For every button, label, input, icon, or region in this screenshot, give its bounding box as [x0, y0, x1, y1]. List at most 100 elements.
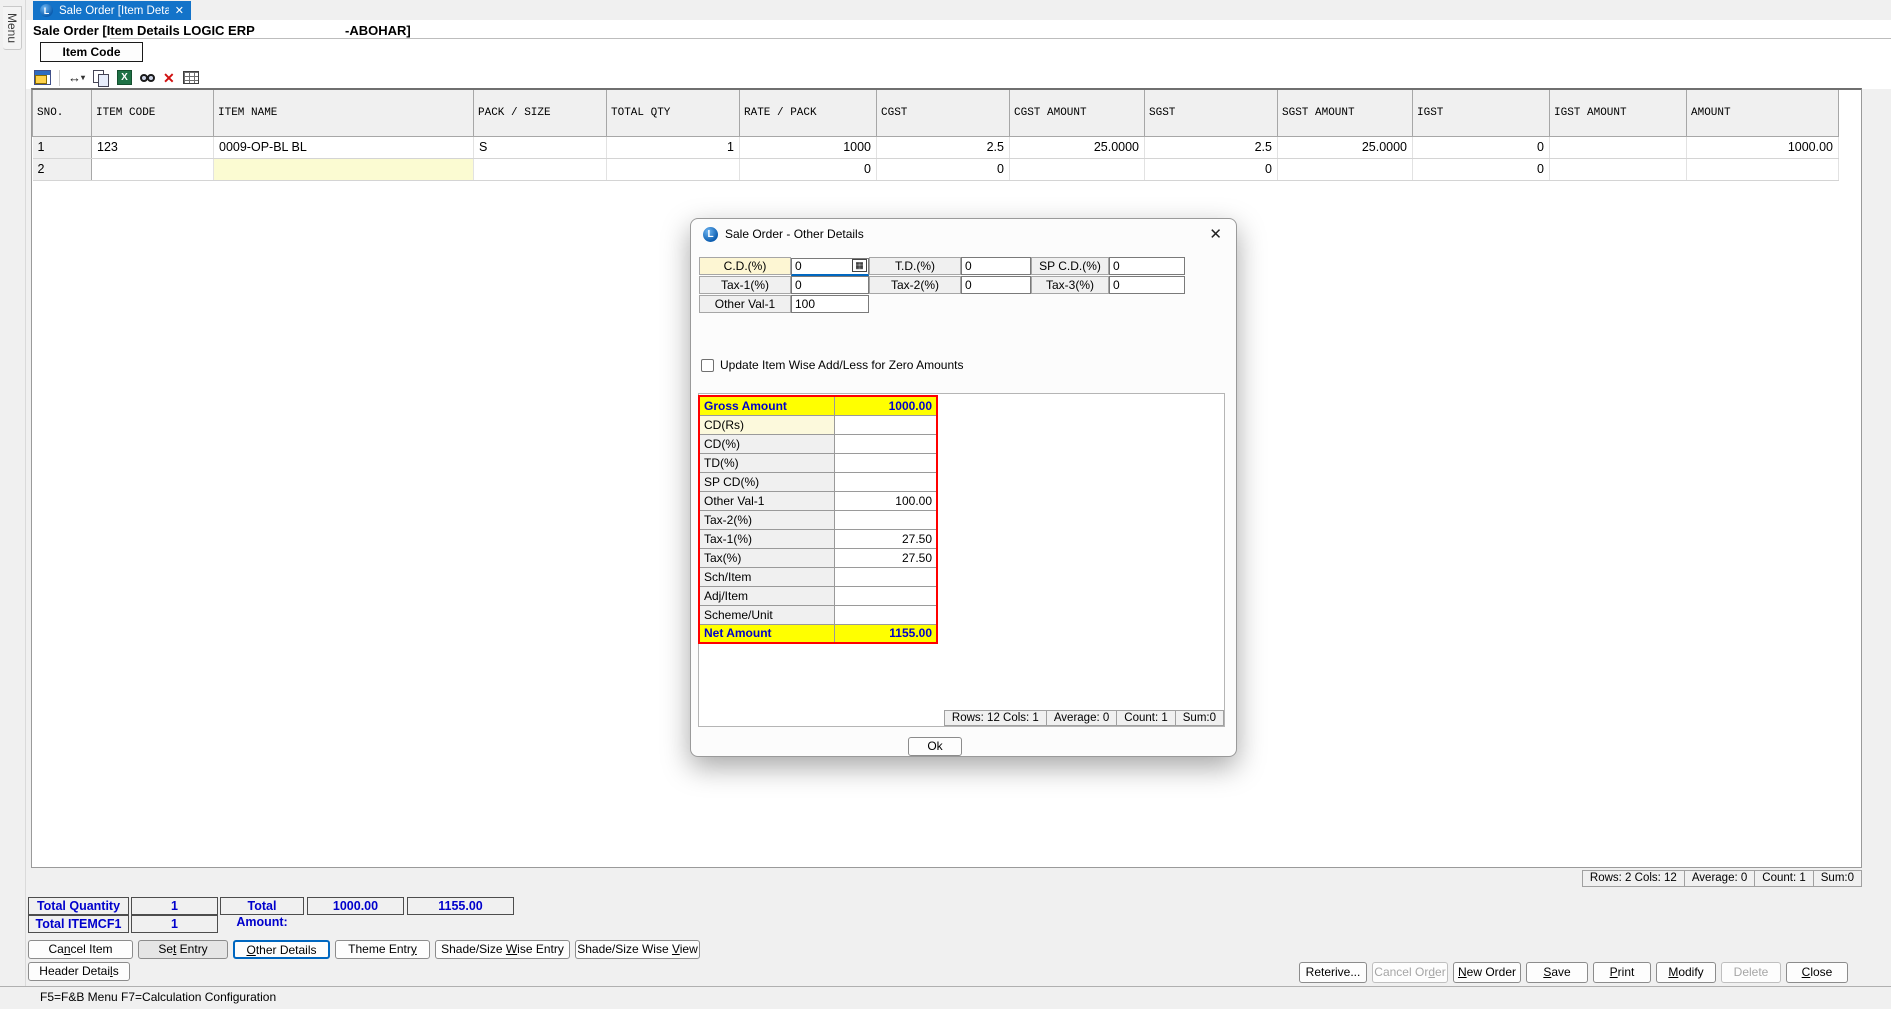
other-details-button[interactable]: Other Details [233, 940, 330, 959]
col-header-igst-amount[interactable]: IGST AMOUNT [1549, 90, 1687, 137]
summary-value[interactable] [833, 452, 938, 473]
item-code-button[interactable]: Item Code [40, 42, 143, 62]
summary-label[interactable]: Tax(%) [698, 547, 835, 568]
theme-entry-button[interactable]: Theme Entry [335, 940, 430, 959]
summary-value[interactable]: 27.50 [833, 547, 938, 568]
shade-size-wise-view-button[interactable]: Shade/Size Wise View [575, 940, 700, 959]
col-header-rate-pack[interactable]: RATE / PACK [739, 90, 877, 137]
menu-tab[interactable]: Menu [3, 6, 22, 51]
cell-sgst-amount[interactable] [1277, 158, 1413, 181]
summary-value[interactable]: 27.50 [833, 528, 938, 549]
summary-value[interactable] [833, 433, 938, 454]
cell-igst-amount[interactable] [1549, 158, 1687, 181]
summary-label[interactable]: Scheme/Unit [698, 604, 835, 625]
tax3-pct-field[interactable] [1109, 276, 1185, 294]
cd-pct-field[interactable]: ▦ [791, 257, 869, 276]
cell-item-name[interactable]: 0009-OP-BL BL [213, 136, 474, 159]
grid-icon[interactable] [182, 71, 199, 84]
other-val1-field[interactable] [791, 295, 869, 313]
summary-label[interactable]: Tax-1(%) [698, 528, 835, 549]
cell-pack-size[interactable]: S [473, 136, 607, 159]
tax2-pct-field[interactable] [961, 276, 1031, 294]
cell-item-name-active[interactable] [213, 158, 474, 181]
new-order-button[interactable]: New Order [1453, 962, 1521, 983]
summary-label[interactable]: Sch/Item [698, 566, 835, 587]
cancel-item-button[interactable]: Cancel Item [28, 940, 133, 959]
cell-total-qty[interactable]: 1 [606, 136, 740, 159]
tax1-pct-input[interactable] [791, 276, 869, 294]
row-header[interactable]: 1 [32, 136, 92, 159]
ok-button[interactable]: Ok [908, 737, 962, 756]
cell-igst[interactable]: 0 [1412, 136, 1550, 159]
summary-value[interactable] [833, 566, 938, 587]
col-header-sno[interactable]: SNO. [32, 90, 92, 137]
excel-export-icon[interactable]: X [117, 70, 133, 85]
col-header-cgst-amount[interactable]: CGST AMOUNT [1009, 90, 1145, 137]
dialog-close-icon[interactable]: ✕ [1209, 225, 1222, 243]
summary-label[interactable]: Tax-2(%) [698, 509, 835, 530]
summary-value[interactable] [833, 414, 938, 435]
tax1-pct-field[interactable] [791, 276, 869, 294]
td-pct-input[interactable] [961, 257, 1031, 275]
cell-item-code[interactable]: 123 [91, 136, 214, 159]
tab-close-icon[interactable]: ✕ [175, 4, 184, 17]
sp-cd-pct-input[interactable] [1109, 257, 1185, 275]
summary-value[interactable] [833, 604, 938, 625]
col-header-total-qty[interactable]: TOTAL QTY [606, 90, 740, 137]
find-icon[interactable] [140, 73, 156, 82]
summary-label[interactable]: Adj/Item [698, 585, 835, 606]
modify-button[interactable]: Modify [1656, 962, 1716, 983]
col-header-amount[interactable]: AMOUNT [1686, 90, 1839, 137]
update-itemwise-checkbox[interactable] [701, 358, 714, 372]
summary-label[interactable]: TD(%) [698, 452, 835, 473]
summary-value[interactable] [833, 585, 938, 606]
cell-cgst-amount[interactable] [1009, 158, 1145, 181]
summary-value[interactable] [833, 509, 938, 530]
summary-label[interactable]: CD(%) [698, 433, 835, 454]
summary-label[interactable]: CD(Rs) [698, 414, 835, 435]
td-pct-field[interactable] [961, 257, 1031, 275]
save-button[interactable]: Save [1526, 962, 1588, 983]
close-button[interactable]: Close [1786, 962, 1848, 983]
set-entry-button[interactable]: Set Entry [138, 940, 228, 959]
col-header-item-code[interactable]: ITEM CODE [91, 90, 214, 137]
row-header[interactable]: 2 [32, 158, 92, 181]
cell-cgst-amount[interactable]: 25.0000 [1009, 136, 1145, 159]
summary-value[interactable] [833, 471, 938, 492]
copy-icon[interactable] [93, 69, 110, 87]
col-header-item-name[interactable]: ITEM NAME [213, 90, 474, 137]
cell-cgst[interactable]: 0 [876, 158, 1010, 181]
print-button[interactable]: Print [1593, 962, 1651, 983]
header-details-button[interactable]: Header Details [28, 962, 130, 981]
delete-icon[interactable]: ✕ [163, 71, 175, 85]
retrieve-button[interactable]: Reterive... [1299, 962, 1367, 983]
summary-label[interactable]: SP CD(%) [698, 471, 835, 492]
cell-sgst[interactable]: 0 [1144, 158, 1278, 181]
cell-igst[interactable]: 0 [1412, 158, 1550, 181]
calculator-icon[interactable]: ▦ [852, 259, 867, 272]
cell-total-qty[interactable] [606, 158, 740, 181]
column-width-icon[interactable]: ↔ ▾ [68, 70, 85, 85]
summary-label[interactable]: Other Val-1 [698, 490, 835, 511]
cell-cgst[interactable]: 2.5 [876, 136, 1010, 159]
col-header-sgst[interactable]: SGST [1144, 90, 1278, 137]
summary-value[interactable]: 100.00 [833, 490, 938, 511]
summary-value[interactable]: 1155.00 [833, 623, 938, 644]
tab-sale-order[interactable]: L Sale Order [Item Details L... ✕ [33, 1, 191, 20]
col-header-cgst[interactable]: CGST [876, 90, 1010, 137]
preview-icon[interactable] [34, 70, 51, 85]
cell-sgst-amount[interactable]: 25.0000 [1277, 136, 1413, 159]
col-header-sgst-amount[interactable]: SGST AMOUNT [1277, 90, 1413, 137]
cell-pack-size[interactable] [473, 158, 607, 181]
sp-cd-pct-field[interactable] [1109, 257, 1185, 275]
tax2-pct-input[interactable] [961, 276, 1031, 294]
cell-sgst[interactable]: 2.5 [1144, 136, 1278, 159]
cell-rate-pack[interactable]: 1000 [739, 136, 877, 159]
shade-size-wise-entry-button[interactable]: Shade/Size Wise Entry [435, 940, 570, 959]
col-header-igst[interactable]: IGST [1412, 90, 1550, 137]
other-val1-input[interactable] [791, 295, 869, 313]
cell-rate-pack[interactable]: 0 [739, 158, 877, 181]
cell-amount[interactable] [1686, 158, 1839, 181]
summary-value[interactable]: 1000.00 [833, 395, 938, 416]
tax3-pct-input[interactable] [1109, 276, 1185, 294]
